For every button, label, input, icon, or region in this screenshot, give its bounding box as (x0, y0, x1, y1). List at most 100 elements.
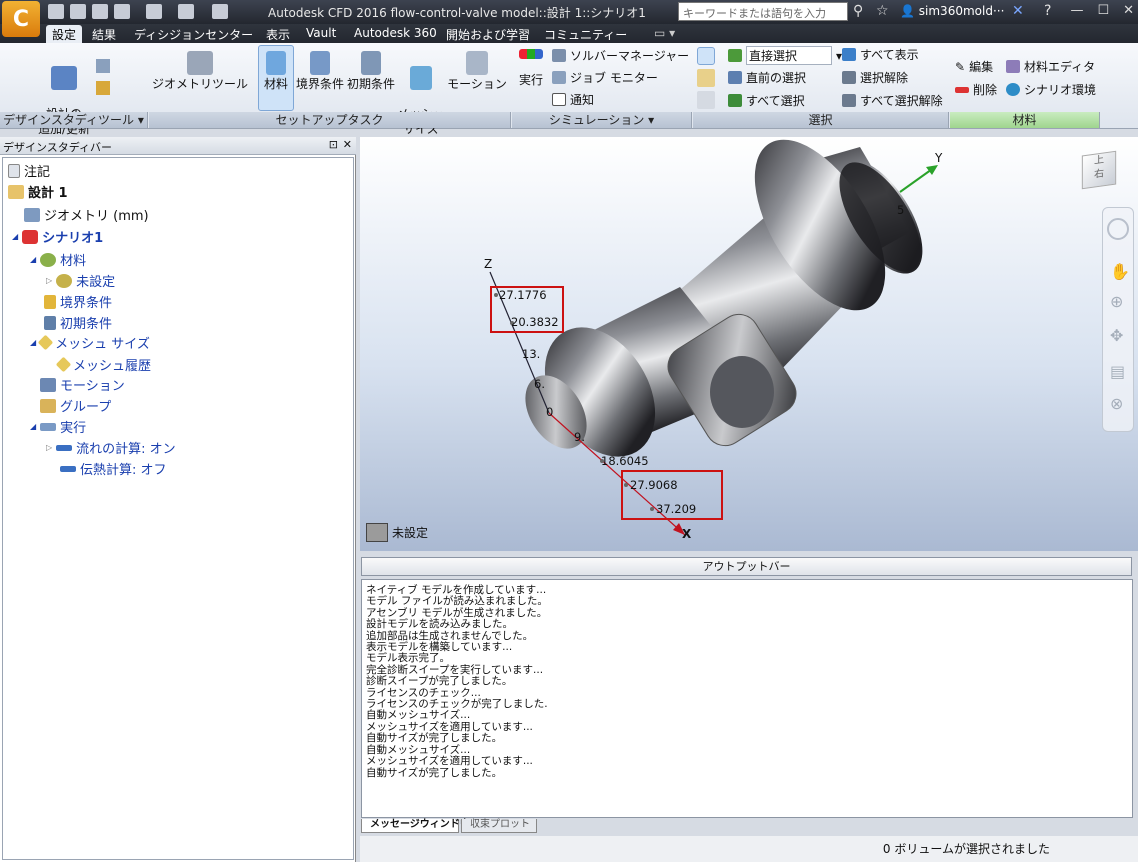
tab-autodesk-360[interactable]: Autodesk 360 (348, 25, 443, 43)
edit-design-icon[interactable] (96, 81, 110, 95)
expand-icon[interactable]: ▷ (46, 276, 52, 285)
tab-message-window[interactable]: メッセージウィンドウ (361, 819, 470, 833)
geometry-tools-button[interactable]: ジオメトリツール (152, 51, 248, 92)
orbit-icon[interactable]: ✥ (1110, 326, 1123, 345)
graphics-viewport[interactable]: Z X Y 27.1776 20.3832 13. 6. 0 9. 18.604… (360, 137, 1138, 551)
solver-manager-button[interactable]: ソルバーマネージャー (552, 47, 689, 64)
tab-setup[interactable]: 設定 (46, 25, 83, 43)
tree-item-motion[interactable]: モーション (40, 375, 125, 394)
zoom-icon[interactable]: ⊕ (1110, 292, 1123, 311)
undo-icon[interactable] (146, 4, 162, 19)
show-all-button[interactable]: すべて表示 (842, 46, 919, 63)
tree-item-heat-calc[interactable]: 伝熱計算: オフ (60, 459, 167, 478)
save-as-icon[interactable] (114, 4, 130, 19)
materials-icon (40, 252, 57, 267)
save-icon[interactable] (92, 4, 108, 19)
collapse-icon[interactable]: ◢ (30, 338, 36, 347)
output-bar-header[interactable]: アウトプットバー (361, 557, 1132, 576)
redo-icon[interactable] (178, 4, 194, 19)
delete-material-button[interactable]: 削除 (955, 81, 997, 98)
deselect-all-button[interactable]: すべて選択解除 (842, 92, 943, 109)
copy-design-icon[interactable] (96, 59, 110, 73)
tree-item-mesh-history[interactable]: メッシュ履歴 (55, 355, 151, 374)
previous-select-icon (728, 71, 742, 84)
tree-item-geometry[interactable]: ジオメトリ (mm) (24, 205, 149, 224)
mesh-history-icon (55, 356, 72, 373)
tab-results[interactable]: 結果 (86, 25, 122, 43)
tab-convergence-plot[interactable]: 収束プロット (461, 819, 537, 833)
boundary-conditions-button[interactable]: 境界条件 (295, 51, 345, 92)
pin-icon[interactable]: ⊡ (329, 138, 338, 151)
x-tick: 18.6045 (601, 454, 649, 468)
tree-item-notes[interactable]: 注記 (8, 161, 50, 180)
look-at-icon[interactable]: ▤ (1110, 362, 1125, 381)
expand-icon[interactable]: ▷ (46, 443, 52, 452)
help-icon[interactable]: ? (1044, 3, 1051, 19)
geometry-icon (24, 207, 40, 222)
initial-conditions-button[interactable]: 初期条件 (346, 51, 396, 92)
globe-icon (1006, 83, 1020, 96)
design-study-bar-header: デザインスタディバー ⊡ ✕ (0, 137, 356, 155)
panel-simulation[interactable]: シミュレーション ▾ (512, 112, 692, 128)
legend-swatch (366, 523, 388, 542)
collapse-icon[interactable]: ◢ (30, 255, 36, 264)
minimize-icon[interactable]: — (1070, 3, 1083, 18)
tree-item-scenario-1[interactable]: ◢ シナリオ1 (12, 227, 103, 246)
tab-getting-started[interactable]: 開始および学習 (440, 25, 536, 43)
tree-item-groups[interactable]: グループ (40, 396, 111, 415)
view-center-icon[interactable]: ⊗ (1110, 394, 1123, 413)
steering-wheel-icon[interactable] (1107, 218, 1129, 240)
title-bar: Autodesk CFD 2016 flow-control-valve mod… (0, 0, 1138, 24)
select-mode-surface-icon[interactable] (697, 69, 715, 87)
binoculars-icon[interactable]: ⚲ (853, 3, 863, 19)
select-mode-edge-icon[interactable] (697, 91, 715, 109)
show-all-icon (842, 48, 856, 61)
new-icon[interactable] (48, 4, 64, 19)
tree-item-materials[interactable]: ◢ 材料 (30, 250, 86, 269)
tree-item-design-1[interactable]: 設計 1 (8, 182, 68, 201)
select-all-button[interactable]: すべて選択 (728, 92, 805, 109)
application-menu-button[interactable]: C (2, 1, 40, 37)
valve-model[interactable] (513, 137, 940, 477)
close-icon[interactable]: ✕ (1123, 3, 1134, 18)
ribbon-options-icon[interactable]: ▭ ▾ (648, 25, 681, 43)
tab-decision-center[interactable]: ディシジョンセンター (128, 25, 259, 43)
run-button[interactable]: 実行 (514, 49, 548, 88)
user-account[interactable]: 👤 sim360mold··· (900, 4, 1004, 18)
collapse-icon[interactable]: ◢ (12, 232, 18, 241)
open-icon[interactable] (70, 4, 86, 19)
tree-item-mesh-size[interactable]: ◢ メッシュ サイズ (30, 333, 150, 352)
tab-community[interactable]: コミュニティー (538, 25, 633, 43)
pan-icon[interactable]: ✋ (1110, 262, 1130, 281)
view-cube[interactable]: 上 右 (1081, 150, 1117, 190)
notify-button[interactable]: 通知 (552, 91, 594, 108)
panel-design-study-tools[interactable]: デザインスタディツール ▾ (0, 112, 148, 128)
exchange-icon[interactable]: ✕ (1012, 3, 1024, 19)
material-button[interactable]: 材料 (258, 45, 294, 111)
motion-button[interactable]: モーション (446, 51, 508, 92)
print-icon[interactable] (212, 4, 228, 19)
star-icon[interactable]: ☆ (876, 3, 889, 19)
direct-select-dropdown[interactable]: 直接選択 ▾ (728, 46, 842, 65)
maximize-icon[interactable]: ☐ (1097, 3, 1109, 18)
message-line: 自動サイズが完了しました。 (366, 732, 503, 745)
tab-view[interactable]: 表示 (260, 25, 296, 43)
search-input[interactable]: キーワードまたは語句を入力 (678, 2, 848, 21)
material-editor-button[interactable]: 材料エディタ (1006, 58, 1095, 75)
axis-x-label: X (682, 527, 692, 541)
collapse-icon[interactable]: ◢ (30, 422, 36, 431)
tree-item-flow-calc[interactable]: ▷ 流れの計算: オン (46, 438, 176, 457)
tab-vault[interactable]: Vault (300, 25, 342, 43)
deselect-button[interactable]: 選択解除 (842, 69, 908, 86)
tree-item-boundary-conditions[interactable]: 境界条件 (44, 292, 112, 311)
tree-item-unassigned[interactable]: ▷ 未設定 (46, 271, 115, 290)
message-line: メッシュサイズを適用しています... (366, 755, 533, 768)
previous-selection-button[interactable]: 直前の選択 (728, 69, 806, 86)
select-mode-volume-icon[interactable] (697, 47, 715, 65)
close-icon[interactable]: ✕ (343, 138, 352, 151)
scenario-environment-button[interactable]: シナリオ環境 (1006, 81, 1096, 98)
tree-item-initial-conditions[interactable]: 初期条件 (44, 313, 112, 332)
tree-item-run[interactable]: ◢ 実行 (30, 417, 86, 436)
edit-material-button[interactable]: ✎ 編集 (955, 58, 993, 75)
job-monitor-button[interactable]: ジョブ モニター (552, 69, 658, 86)
